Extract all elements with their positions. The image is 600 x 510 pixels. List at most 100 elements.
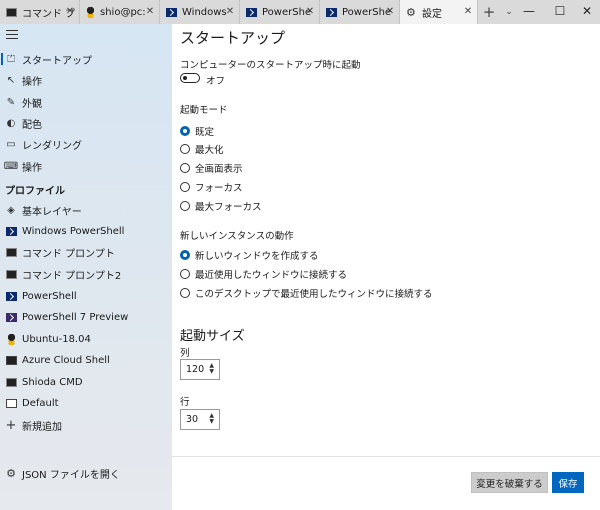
new-tab-button[interactable]: + <box>478 0 500 24</box>
close-icon[interactable]: ✕ <box>225 6 235 17</box>
radio-label: 最大フォーカス <box>195 202 262 213</box>
sidebar-item-label: 外観 <box>22 98 42 110</box>
cmd-icon <box>5 377 17 387</box>
discard-changes-button[interactable]: 変更を破棄する <box>471 472 548 493</box>
radio-label: 最大化 <box>195 145 224 156</box>
sidebar-item-label: コマンド プロンプト2 <box>22 270 122 282</box>
sidebar-item-command-prompt-2[interactable]: コマンド プロンプト2 <box>0 264 172 284</box>
sidebar-item-base-layer[interactable]: ◈ 基本レイヤー <box>0 200 172 220</box>
radio-button[interactable] <box>180 163 190 173</box>
sidebar-item-appearance[interactable]: ✎ 外観 <box>0 92 172 112</box>
launch-on-startup-label: コンピューターのスタートアップ時に起動 <box>180 60 361 71</box>
sidebar-item-actions[interactable]: ⌨ 操作 <box>0 156 172 176</box>
sidebar-item-interaction[interactable]: ↖ 操作 <box>0 70 172 90</box>
rows-value: 30 <box>186 414 199 425</box>
sidebar-item-command-prompt[interactable]: コマンド プロンプト <box>0 242 172 262</box>
tab-windows-powershell[interactable]: Windows ✕ <box>160 0 240 24</box>
tab-powershell[interactable]: PowerShe ✕ <box>240 0 320 24</box>
new-instance-option-recent-window[interactable]: 最近使用したウィンドウに接続する <box>180 267 347 281</box>
sidebar-item-label: コマンド プロンプト <box>22 248 115 260</box>
sidebar-item-label: Azure Cloud Shell <box>22 354 110 366</box>
radio-label: 新しいウィンドウを作成する <box>195 251 319 262</box>
sidebar-item-azure-cloud-shell[interactable]: Azure Cloud Shell <box>0 350 172 370</box>
sidebar-item-powershell[interactable]: PowerShell <box>0 286 172 306</box>
sidebar-item-label: レンダリング <box>22 140 82 152</box>
add-icon: + <box>5 417 17 433</box>
tab-label: shio@pc: <box>100 6 146 18</box>
powershell-icon <box>5 226 17 236</box>
radio-button[interactable] <box>180 201 190 211</box>
sidebar-item-add-new[interactable]: + 新規追加 <box>0 415 172 435</box>
sidebar: ⏍ スタートアップ ↖ 操作 ✎ 外観 ◐ 配色 ▭ レンダリング ⌨ 操作 プ… <box>0 24 172 510</box>
tab-powershell-2[interactable]: PowerShe ✕ <box>320 0 400 24</box>
sidebar-item-startup[interactable]: ⏍ スタートアップ <box>0 49 172 69</box>
save-button[interactable]: 保存 <box>552 472 584 493</box>
sidebar-item-label: Ubuntu-18.04 <box>22 333 91 345</box>
sidebar-item-shioda-cmd[interactable]: Shioda CMD <box>0 372 172 392</box>
powershell-icon <box>246 7 257 17</box>
appearance-icon: ✎ <box>6 96 16 108</box>
open-json-label: JSON ファイルを開く <box>22 469 120 481</box>
color-palette-icon: ◐ <box>6 117 16 129</box>
startup-icon: ⏍ <box>7 53 15 65</box>
launch-mode-option-maximized-focus[interactable]: 最大フォーカス <box>180 199 262 213</box>
open-json-file-button[interactable]: ⚙ JSON ファイルを開く <box>0 463 172 483</box>
new-instance-option-recent-window-desktop[interactable]: このデスクトップで最近使用したウィンドウに接続する <box>180 286 433 300</box>
close-icon[interactable]: ✕ <box>65 6 75 17</box>
radio-button[interactable] <box>180 269 190 279</box>
azure-icon <box>5 355 17 365</box>
tab-command-prompt[interactable]: コマンド プ ✕ <box>0 0 80 24</box>
sidebar-item-windows-powershell[interactable]: Windows PowerShell <box>0 221 172 241</box>
tab-ubuntu[interactable]: shio@pc: ✕ <box>80 0 160 24</box>
tab-settings[interactable]: ⚙ 設定 ✕ <box>400 0 478 24</box>
hamburger-menu-icon[interactable] <box>6 30 18 39</box>
sidebar-item-label: 新規追加 <box>22 421 62 433</box>
new-instance-option-new-window[interactable]: 新しいウィンドウを作成する <box>180 248 319 262</box>
close-icon[interactable]: ✕ <box>463 6 473 17</box>
sidebar-item-rendering[interactable]: ▭ レンダリング <box>0 134 172 154</box>
rows-stepper[interactable]: 30 ▲ ▼ <box>180 409 220 430</box>
minimize-button[interactable]: — <box>514 0 544 22</box>
launch-mode-option-focus[interactable]: フォーカス <box>180 180 243 194</box>
sidebar-item-ubuntu[interactable]: Ubuntu-18.04 <box>0 329 172 349</box>
launch-on-startup-toggle[interactable] <box>180 73 200 83</box>
terminal-icon <box>5 398 17 408</box>
sidebar-item-label: 基本レイヤー <box>22 206 82 218</box>
launch-mode-option-maximized[interactable]: 最大化 <box>180 142 224 156</box>
page-title: スタートアップ <box>180 29 286 47</box>
sidebar-item-powershell-7-preview[interactable]: PowerShell 7 Preview <box>0 307 172 327</box>
cmd-icon <box>5 269 17 279</box>
radio-label: 既定 <box>195 127 215 138</box>
radio-button[interactable] <box>180 250 190 260</box>
radio-button[interactable] <box>180 144 190 154</box>
close-icon[interactable]: ✕ <box>385 6 395 17</box>
close-window-button[interactable]: ✕ <box>572 0 600 22</box>
sidebar-item-label: Windows PowerShell <box>22 225 125 237</box>
launch-mode-option-fullscreen[interactable]: 全画面表示 <box>180 161 243 175</box>
radio-label: 全画面表示 <box>195 164 243 175</box>
stepper-arrows-icon[interactable]: ▲ ▼ <box>209 413 214 425</box>
linux-penguin-icon <box>86 6 95 18</box>
close-icon[interactable]: ✕ <box>305 6 315 17</box>
radio-label: 最近使用したウィンドウに接続する <box>195 270 348 281</box>
sidebar-item-label: スタートアップ <box>22 55 92 67</box>
rows-label: 行 <box>180 397 190 408</box>
columns-stepper[interactable]: 120 ▲ ▼ <box>180 359 220 380</box>
stepper-arrows-icon[interactable]: ▲ ▼ <box>209 363 214 375</box>
radio-button[interactable] <box>180 126 190 136</box>
toggle-state-label: オフ <box>206 76 226 87</box>
maximize-button[interactable]: ☐ <box>545 0 575 22</box>
sidebar-item-label: 操作 <box>22 76 42 88</box>
powershell-icon <box>326 7 337 17</box>
radio-button[interactable] <box>180 288 190 298</box>
new-instance-label: 新しいインスタンスの動作 <box>180 231 294 242</box>
sidebar-item-default[interactable]: Default <box>0 393 172 413</box>
sidebar-item-color-schemes[interactable]: ◐ 配色 <box>0 113 172 133</box>
close-icon[interactable]: ✕ <box>145 6 155 17</box>
cmd-icon <box>6 7 17 17</box>
launch-mode-option-default[interactable]: 既定 <box>180 124 214 138</box>
powershell-icon <box>5 291 17 301</box>
cmd-icon <box>5 247 17 257</box>
radio-button[interactable] <box>180 182 190 192</box>
powershell-icon <box>166 7 177 17</box>
